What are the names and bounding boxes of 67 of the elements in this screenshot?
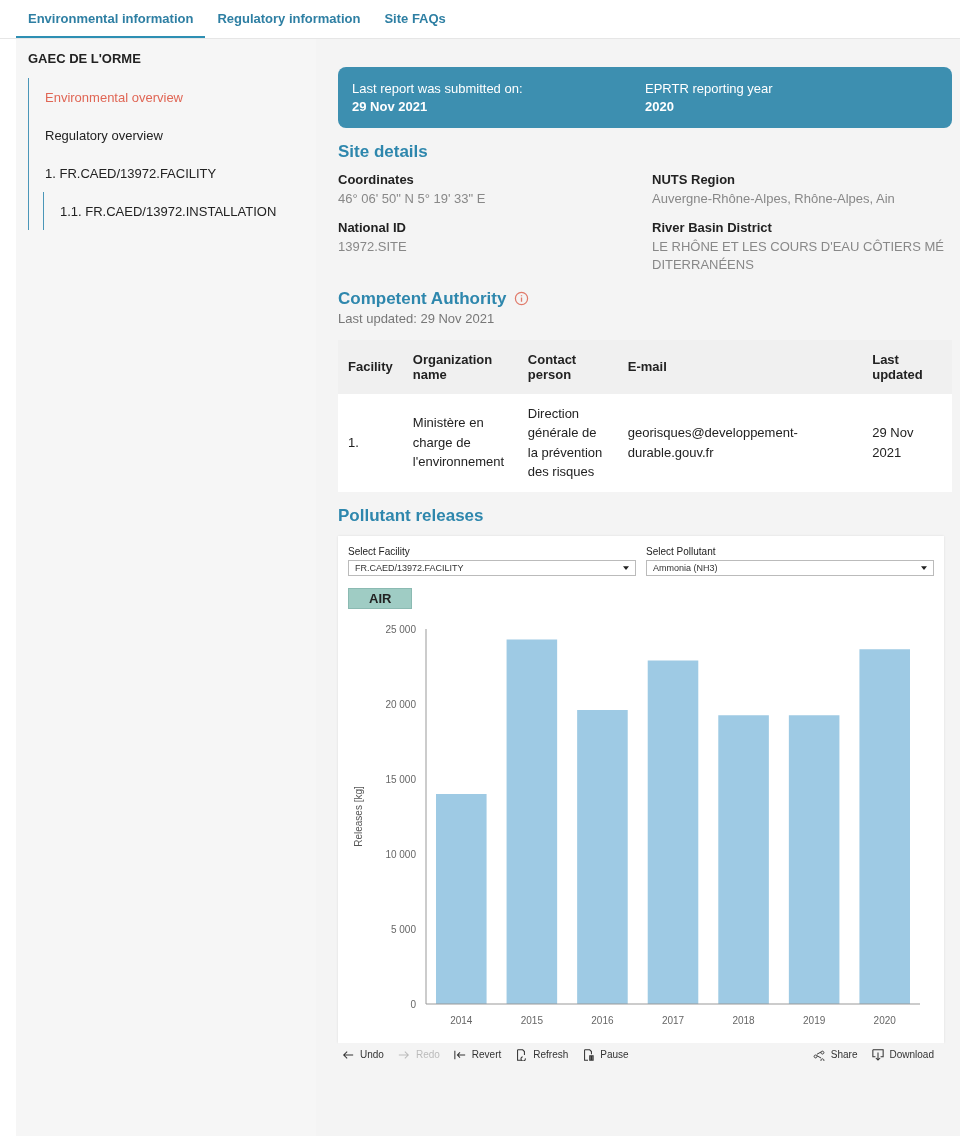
field-value: 46° 06' 50" N 5° 19' 33" E [338, 190, 487, 208]
field-label: NUTS Region [652, 172, 737, 187]
caret-icon [623, 565, 629, 570]
revert-icon [453, 1048, 466, 1061]
tab[interactable]: Regulatory information [205, 0, 373, 38]
banner-label: Last report was submitted on: [352, 81, 524, 96]
tick-label: 10 000 [385, 848, 416, 860]
filter-label: Select Pollutant [646, 545, 717, 557]
filter-label: Select Facility [348, 545, 411, 557]
dropdown[interactable]: Ammonia (NH3) [646, 559, 934, 576]
site-name: GAEC DE L'ORME [28, 51, 142, 66]
section-title: Site details [338, 142, 429, 162]
undo-icon [342, 1048, 354, 1061]
tab[interactable]: Site FAQs [372, 0, 458, 38]
tick-label: 5 000 [390, 923, 416, 935]
axis-label: Releases [kg] [353, 785, 364, 847]
toolbar-button[interactable]: Download [871, 1048, 934, 1061]
toolbar-button[interactable]: Share [812, 1048, 858, 1061]
share-icon [812, 1048, 825, 1061]
toolbar-button[interactable]: Refresh [515, 1048, 569, 1061]
section-title: Pollutant releases [338, 505, 485, 526]
last-updated-text: Last updated: 29 Nov 2021 [338, 310, 496, 326]
toolbar-button[interactable]: Pause [582, 1048, 629, 1061]
tick-label: 2019 [803, 1014, 826, 1026]
tick-label: 25 000 [385, 623, 416, 635]
tick-label: 2014 [450, 1014, 473, 1026]
section-title: Competent Authority [338, 288, 507, 309]
banner-label: EPRTR reporting year [645, 81, 774, 96]
column-header: Facility [338, 339, 403, 394]
tick-label: 15 000 [385, 773, 416, 785]
toolbar-button[interactable]: Undo [342, 1048, 384, 1061]
field-label: Coordinates [338, 172, 415, 187]
column-header: E-mail [617, 339, 863, 394]
tree-item[interactable]: 1.1. FR.CAED/13972.INSTALLATION [48, 192, 277, 230]
tick-label: 2016 [591, 1014, 614, 1026]
field-value: Auvergne-Rhône-Alpes, Rhône-Alpes, Ain [652, 190, 896, 208]
field-value: 13972.SITE [338, 238, 408, 257]
field-label: National ID [338, 220, 407, 236]
table-cell: georisques@developpement-durable.gouv.fr [617, 393, 863, 492]
tick-label: 2017 [661, 1014, 685, 1026]
tick-label: 20 000 [385, 698, 416, 710]
chart-title: AIR [348, 587, 413, 609]
table-cell: Ministère en charge de l'environnement [402, 393, 518, 492]
table-cell: Direction générale de la prévention des risques [517, 393, 618, 492]
tick-label: 0 [410, 998, 416, 1010]
table-cell: 1. [338, 393, 403, 492]
caret-icon [921, 565, 927, 570]
tick-label: 2020 [873, 1014, 896, 1026]
tick-label: 2018 [732, 1014, 755, 1026]
tree-item[interactable]: Regulatory overview [33, 116, 163, 154]
column-header: Last updated [862, 339, 952, 394]
tree-item[interactable]: 1. FR.CAED/13972.FACILITY [33, 154, 217, 192]
field-label: River Basin District [652, 220, 773, 236]
column-header: Contact person [517, 339, 618, 394]
column-header: Organization name [402, 339, 518, 394]
refresh-icon [515, 1048, 528, 1061]
redo-icon [397, 1048, 410, 1061]
field-value: LE RHÔNE ET LES COURS D'EAU CÔTIERS MÉDITERRANÉENS [652, 238, 945, 275]
dropdown[interactable]: FR.CAED/13972.FACILITY [348, 559, 636, 576]
banner-value: 2020 [645, 99, 675, 114]
pause-icon [582, 1048, 595, 1061]
info-icon[interactable] [514, 291, 530, 307]
toolbar-button[interactable]: Revert [453, 1048, 502, 1061]
banner-value: 29 Nov 2021 [352, 99, 429, 114]
table-cell: 29 Nov 2021 [862, 393, 952, 492]
tick-label: 2015 [520, 1014, 543, 1026]
download-icon [871, 1048, 884, 1061]
